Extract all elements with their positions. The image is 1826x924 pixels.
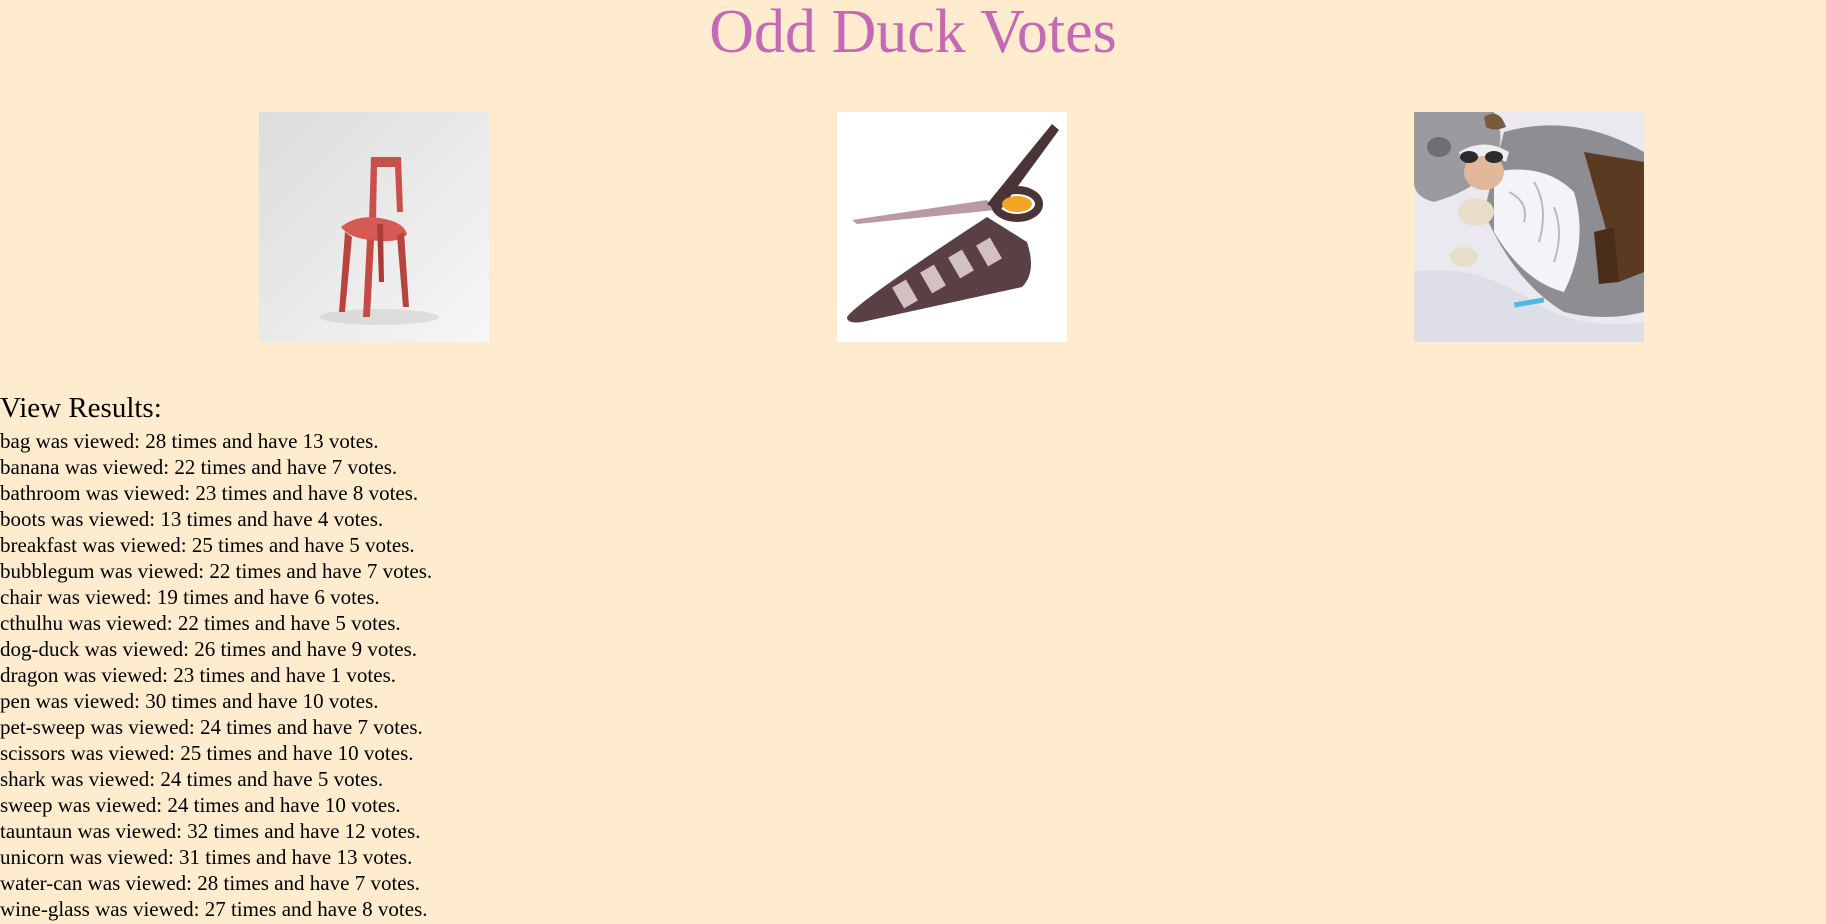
list-item: dragon was viewed: 23 times and have 1 v…	[0, 663, 396, 687]
results-section: View Results: bag was viewed: 28 times a…	[0, 388, 432, 922]
list-item: cthulhu was viewed: 22 times and have 5 …	[0, 611, 401, 635]
list-item: bathroom was viewed: 23 times and have 8…	[0, 481, 419, 505]
list-item: shark was viewed: 24 times and have 5 vo…	[0, 767, 384, 791]
results-list: bag was viewed: 28 times and have 13 vot…	[0, 428, 432, 922]
list-item: unicorn was viewed: 31 times and have 13…	[0, 845, 413, 869]
list-item: chair was viewed: 19 times and have 6 vo…	[0, 585, 380, 609]
list-item: tauntaun was viewed: 32 times and have 1…	[0, 819, 421, 843]
list-item: sweep was viewed: 24 times and have 10 v…	[0, 793, 401, 817]
list-item: wine-glass was viewed: 27 times and have…	[0, 897, 428, 921]
list-item: dog-duck was viewed: 26 times and have 9…	[0, 637, 417, 661]
list-item: bubblegum was viewed: 22 times and have …	[0, 559, 433, 583]
product-images	[0, 112, 1826, 342]
red-chair-image	[259, 112, 489, 342]
page: Odd Duck Votes View Results: bag was vie…	[0, 0, 1826, 924]
list-item: boots was viewed: 13 times and have 4 vo…	[0, 507, 384, 531]
tauntaun-sleeping-bag-image	[1414, 112, 1644, 342]
list-item: breakfast was viewed: 25 times and have …	[0, 533, 415, 557]
product-image-scissors[interactable]	[837, 112, 1067, 342]
list-item: banana was viewed: 22 times and have 7 v…	[0, 455, 398, 479]
results-heading: View Results:	[0, 392, 162, 424]
list-item: bag was viewed: 28 times and have 13 vot…	[0, 429, 379, 453]
list-item: pet-sweep was viewed: 24 times and have …	[0, 715, 423, 739]
product-image-tauntaun[interactable]	[1414, 112, 1644, 342]
page-title: Odd Duck Votes	[709, 0, 1117, 66]
pizza-scissors-image	[837, 112, 1067, 342]
product-image-chair[interactable]	[259, 112, 489, 342]
list-item: scissors was viewed: 25 times and have 1…	[0, 741, 414, 765]
list-item: pen was viewed: 30 times and have 10 vot…	[0, 689, 379, 713]
list-item: water-can was viewed: 28 times and have …	[0, 871, 421, 895]
